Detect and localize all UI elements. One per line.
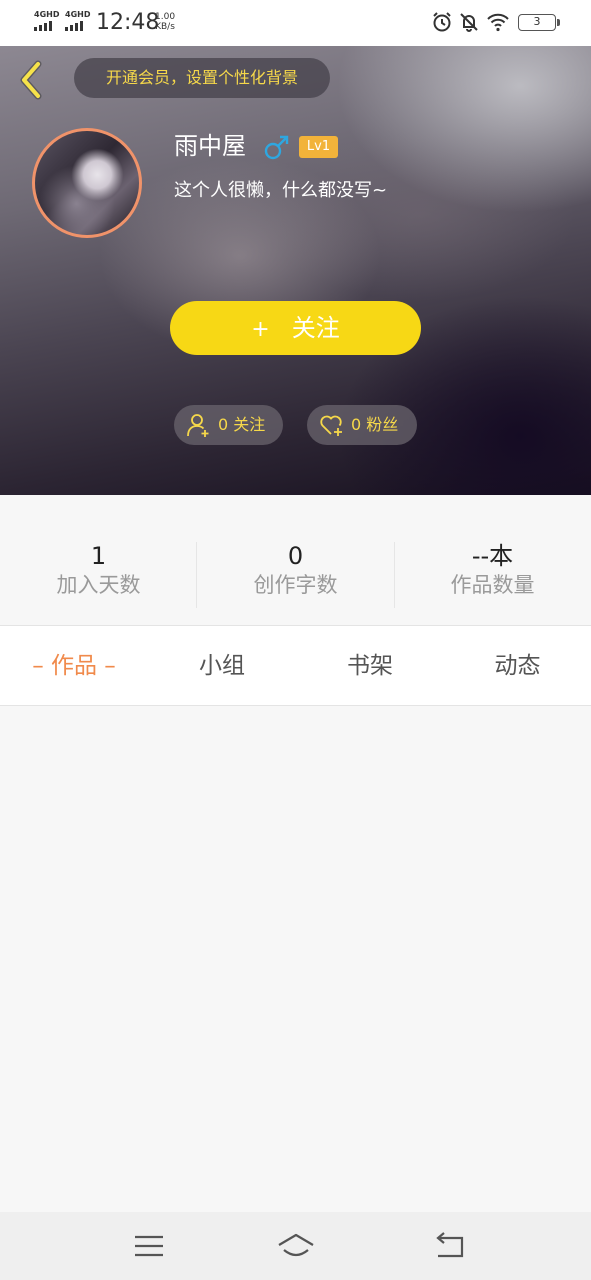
network-type-2: 4GHD [65, 10, 91, 19]
level-badge: Lv1 [299, 136, 338, 158]
alarm-icon [433, 12, 451, 32]
menu-button[interactable] [129, 1230, 169, 1262]
stat-days-joined: 1 加入天数 [0, 541, 197, 599]
stat-value: --本 [471, 542, 514, 570]
username: 雨中屋 [174, 132, 246, 160]
stat-label: 作品数量 [450, 573, 535, 597]
tab-bookshelf[interactable]: 书架 [296, 626, 444, 705]
stat-works-count: --本 作品数量 [394, 541, 591, 599]
follow-button[interactable]: + 关注 [170, 301, 421, 355]
system-nav-bar [0, 1212, 591, 1280]
following-chip[interactable]: 0 关注 [174, 405, 283, 445]
plus-icon: + [251, 317, 270, 342]
male-icon [264, 135, 289, 160]
bio: 这个人很懒，什么都没写~ [174, 180, 388, 201]
speed-unit: KB/s [155, 22, 175, 32]
home-icon [278, 1233, 314, 1257]
speed-value: 1.00 [155, 12, 176, 22]
follow-label: 关注 [291, 314, 340, 342]
battery-icon: 3 [518, 14, 560, 31]
user-add-icon [187, 414, 209, 437]
network-type-1: 4GHD [34, 10, 60, 19]
signal-icon-1: 4GHD [34, 11, 60, 33]
home-button[interactable] [276, 1230, 316, 1262]
wifi-icon [487, 13, 509, 32]
heart-add-icon [320, 415, 342, 436]
stat-value: 1 [90, 542, 107, 570]
tab-bar: – 作品 – 小组 书架 动态 [0, 626, 591, 705]
back-button[interactable] [14, 58, 50, 102]
back-nav-button[interactable] [430, 1230, 470, 1262]
tab-works[interactable]: – 作品 – [0, 626, 148, 705]
stat-word-count: 0 创作字数 [197, 541, 394, 599]
status-bar: 4GHD 4GHD 12:48 1.00 KB/s 3 [0, 0, 591, 46]
back-icon [436, 1232, 464, 1258]
profile-header: 开通会员，设置个性化背景 雨中屋 Lv1 这个人很懒，什么都没写~ + 关注 0 … [0, 46, 591, 495]
tab-activity[interactable]: 动态 [444, 626, 591, 705]
stat-label: 创作字数 [253, 573, 338, 597]
fans-chip[interactable]: 0 粉丝 [307, 405, 417, 445]
chevron-left-icon [20, 60, 42, 100]
signal-icon-2: 4GHD [65, 11, 91, 33]
menu-icon [135, 1235, 163, 1257]
stats-row: 1 加入天数 0 创作字数 --本 作品数量 [0, 495, 591, 625]
stat-value: 0 [287, 542, 304, 570]
vip-background-banner[interactable]: 开通会员，设置个性化背景 [74, 58, 330, 98]
clock: 12:48 [96, 10, 160, 35]
mute-icon [460, 13, 478, 32]
tab-groups[interactable]: 小组 [148, 626, 296, 705]
following-count: 0 关注 [218, 415, 266, 434]
works-list-empty [0, 706, 591, 1212]
network-speed: 1.00 KB/s [155, 12, 175, 32]
avatar[interactable] [32, 128, 142, 238]
stat-label: 加入天数 [56, 573, 141, 597]
fans-count: 0 粉丝 [351, 415, 399, 434]
